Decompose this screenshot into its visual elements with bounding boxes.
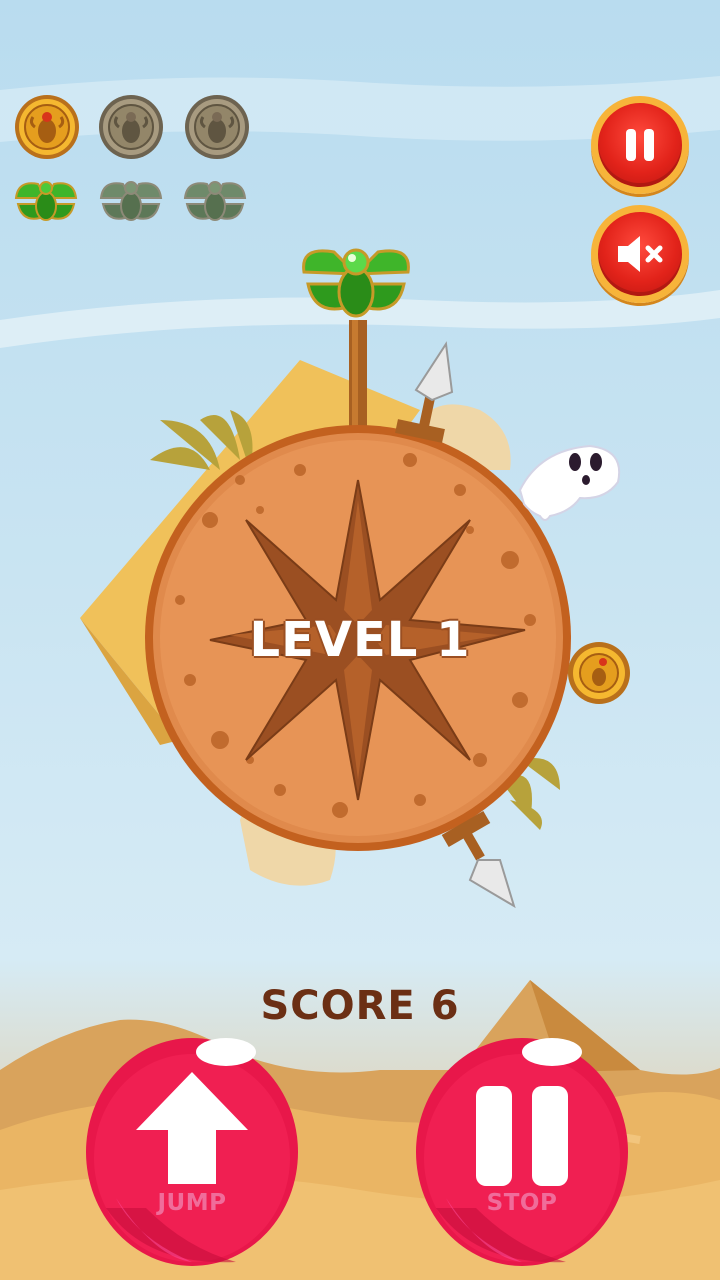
green-winged-scarab-icon [14,181,78,221]
planet-world [80,248,630,909]
gold-coin-pickup [568,642,630,704]
level-title: LEVEL 1 [249,612,471,668]
bronze-scarab-medal-icon [99,95,163,159]
stop-label: STOP [486,1190,558,1216]
green-winged-scarab-icon [99,181,163,221]
pause-icon [626,129,654,161]
stop-button[interactable]: STOP [416,1038,628,1266]
ghost-enemy [518,444,621,521]
jump-button[interactable]: JUMP [86,1038,298,1266]
score-label: SCORE [260,983,416,1029]
game-scene: LEVEL 1 SCORE 6 JUMP STOP [0,0,720,1280]
green-winged-scarab-icon [183,181,247,221]
score-value: 6 [430,983,460,1029]
jump-button-body [86,1038,298,1266]
green-scarab-pickup [302,248,410,318]
pause-button[interactable] [591,96,689,194]
gold-scarab-medal-icon [15,95,79,159]
bronze-scarab-medal-icon [185,95,249,159]
jump-label: JUMP [157,1190,227,1216]
stop-button-body [416,1038,628,1266]
score-display: SCORE 6 [200,983,520,1029]
